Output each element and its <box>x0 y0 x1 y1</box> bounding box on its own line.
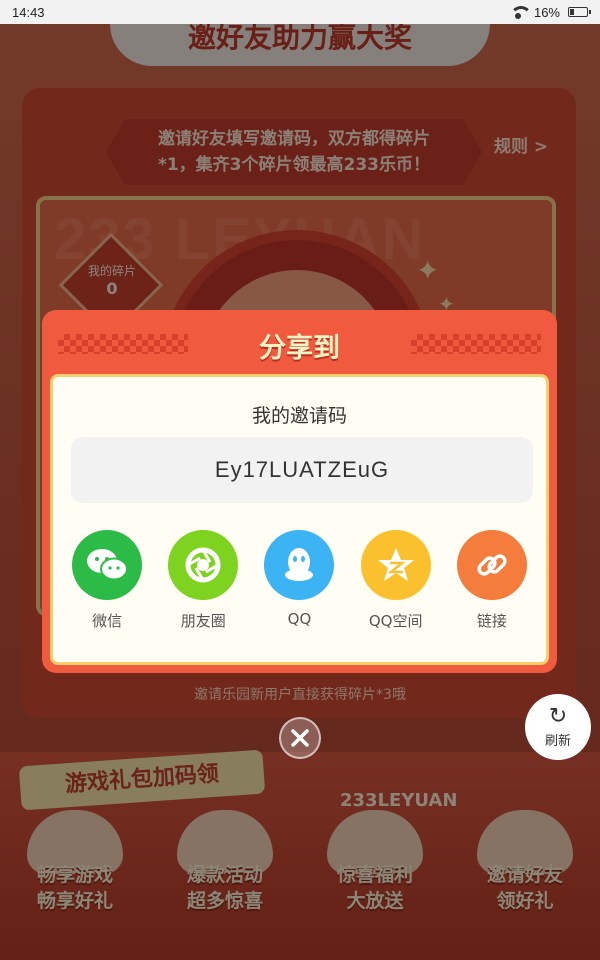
status-time: 14:43 <box>12 4 45 20</box>
invite-code-box[interactable]: Ey17LUATZEuG <box>71 437 533 503</box>
modal-title: 分享到 <box>259 333 340 364</box>
status-bar: 14:43 16% <box>0 0 600 24</box>
share-qq[interactable]: QQ <box>253 530 345 631</box>
battery-percent: 16% <box>533 4 560 20</box>
share-label: 微信 <box>92 612 123 630</box>
refresh-button[interactable]: ↻ 刷新 <box>525 694 591 760</box>
share-label: QQ <box>287 610 312 628</box>
share-label: QQ空间 <box>368 612 423 630</box>
share-label: 链接 <box>476 612 507 630</box>
qq-icon <box>264 530 335 600</box>
link-icon <box>456 530 527 600</box>
invite-code-label: 我的邀请码 <box>251 405 347 427</box>
battery-icon <box>568 7 591 17</box>
refresh-label: 刷新 <box>544 733 571 749</box>
wechat-icon <box>72 530 143 600</box>
share-label: 朋友圈 <box>180 612 226 630</box>
share-modal: 分享到 我的邀请码 Ey17LUATZEuG 微信 朋友圈 QQ QQ空间 链接 <box>42 310 557 673</box>
share-moments[interactable]: 朋友圈 <box>157 530 249 631</box>
share-options: 微信 朋友圈 QQ QQ空间 链接 <box>53 530 546 631</box>
share-wechat[interactable]: 微信 <box>61 530 153 631</box>
modal-body: 我的邀请码 Ey17LUATZEuG 微信 朋友圈 QQ QQ空间 链接 <box>50 374 549 665</box>
share-qzone[interactable]: QQ空间 <box>350 530 442 631</box>
close-button[interactable] <box>279 717 321 759</box>
refresh-icon: ↻ <box>548 703 568 729</box>
wifi-icon <box>509 6 532 19</box>
moments-icon <box>168 530 239 600</box>
share-link[interactable]: 链接 <box>446 530 538 631</box>
close-icon <box>291 729 309 747</box>
qzone-icon <box>360 530 431 600</box>
